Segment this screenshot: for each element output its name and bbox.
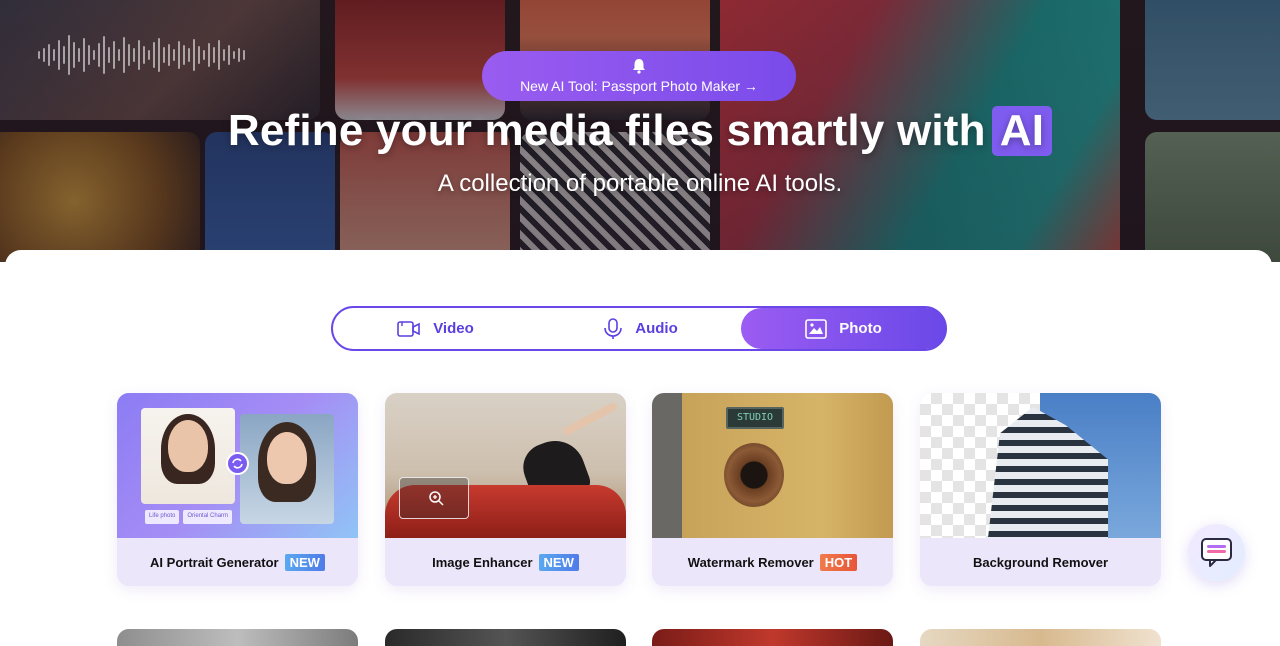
door-knob-graphic — [724, 443, 784, 507]
hero-banner: New AI Tool: Passport Photo Maker → Refi… — [0, 0, 1280, 262]
card-footer: Watermark Remover HOT — [652, 538, 893, 586]
tab-video-label: Video — [433, 320, 474, 337]
card-title: Background Remover — [972, 554, 1109, 570]
waveform-bar — [118, 49, 120, 61]
before-portrait-image — [141, 408, 235, 504]
waveform-bar — [218, 40, 220, 70]
hot-badge: HOT — [819, 553, 858, 571]
waveform-bar — [78, 48, 80, 62]
waveform-bar — [98, 43, 100, 67]
waveform-bar — [243, 50, 245, 60]
waveform-bar — [48, 44, 50, 66]
style-chip: Oriental Charm — [183, 510, 233, 524]
waveform-bar — [168, 44, 170, 66]
card-title: AI Portrait Generator — [150, 554, 279, 570]
waveform-bar — [83, 38, 85, 72]
announcement-pill[interactable]: New AI Tool: Passport Photo Maker → — [482, 51, 796, 101]
waveform-bar — [138, 40, 140, 70]
headline-ai-badge: AI — [991, 106, 1053, 156]
bell-icon — [633, 59, 645, 74]
card-footer: Background Remover — [920, 538, 1161, 586]
waveform-bar — [178, 41, 180, 69]
tab-audio[interactable]: Audio — [538, 308, 743, 349]
card-thumbnail: STUDIO — [652, 393, 893, 538]
tab-audio-label: Audio — [635, 320, 678, 337]
waveform-bar — [38, 51, 40, 59]
waveform-bar — [183, 45, 185, 65]
waveform-bar — [113, 41, 115, 69]
chat-support-button[interactable] — [1188, 524, 1245, 581]
waveform-bar — [58, 40, 60, 70]
card-thumbnail — [920, 393, 1161, 538]
new-badge: NEW — [538, 553, 579, 571]
tab-photo-label: Photo — [839, 320, 882, 337]
waveform-bar — [63, 46, 65, 64]
waveform-bar — [128, 44, 130, 66]
chat-icon — [1201, 538, 1232, 567]
waveform-bar — [53, 49, 55, 61]
tool-card-preview[interactable] — [117, 629, 358, 646]
announcement-text[interactable]: New AI Tool: Passport Photo Maker → — [482, 78, 796, 94]
zoom-in-icon — [429, 491, 444, 506]
tool-card-preview[interactable] — [385, 629, 626, 646]
page-headline: Refine your media files smartly with AI — [0, 106, 1280, 156]
tool-card-image-enhancer[interactable]: Image Enhancer NEW — [385, 393, 626, 586]
waveform-bar — [153, 42, 155, 68]
waveform-bar — [43, 48, 45, 62]
zoom-preview-box — [399, 477, 469, 519]
image-icon — [805, 318, 828, 339]
tool-card-preview[interactable] — [920, 629, 1161, 646]
photo-detail — [561, 401, 619, 437]
waveform-bar — [123, 37, 125, 73]
waveform-bar — [193, 39, 195, 71]
card-footer: AI Portrait Generator NEW — [117, 538, 358, 586]
tab-video[interactable]: Video — [333, 308, 538, 349]
card-title: Image Enhancer — [432, 554, 533, 570]
card-thumbnail: Life photo Oriental Charm — [117, 393, 358, 538]
waveform-bar — [148, 50, 150, 60]
tab-photo[interactable]: Photo — [741, 308, 946, 349]
waveform-bar — [198, 46, 200, 64]
card-title: Watermark Remover — [687, 554, 814, 570]
tool-card-ai-portrait-generator[interactable]: Life photo Oriental Charm AI Portrait Ge… — [117, 393, 358, 586]
waveform-bar — [208, 43, 210, 67]
waveform-bar — [133, 48, 135, 62]
audio-waveform-graphic — [38, 32, 268, 78]
microphone-icon — [604, 317, 623, 339]
waveform-bar — [143, 46, 145, 64]
swap-icon — [226, 452, 249, 475]
waveform-bar — [68, 35, 70, 75]
media-type-tabs: Video Audio Photo — [331, 306, 947, 351]
tool-card-watermark-remover[interactable]: STUDIO Watermark Remover HOT — [652, 393, 893, 586]
after-portrait-image — [240, 414, 334, 524]
page-subheadline: A collection of portable online AI tools… — [437, 170, 843, 197]
video-icon — [397, 320, 421, 337]
waveform-bar — [163, 47, 165, 63]
headline-text: Refine your media files smartly with — [227, 106, 986, 155]
tool-card-background-remover[interactable]: Background Remover — [920, 393, 1161, 586]
waveform-bar — [233, 51, 235, 59]
waveform-bar — [108, 47, 110, 63]
tool-card-preview[interactable] — [652, 629, 893, 646]
waveform-bar — [158, 38, 160, 72]
card-footer: Image Enhancer NEW — [385, 538, 626, 586]
waveform-bar — [73, 42, 75, 68]
waveform-bar — [103, 36, 105, 74]
style-chips: Life photo Oriental Charm — [145, 510, 233, 524]
card-thumbnail — [385, 393, 626, 538]
waveform-bar — [228, 45, 230, 65]
waveform-bar — [188, 48, 190, 62]
waveform-bar — [213, 47, 215, 63]
waveform-bar — [88, 45, 90, 65]
waveform-bar — [203, 50, 205, 60]
waveform-bar — [238, 48, 240, 62]
style-chip: Life photo — [145, 510, 180, 524]
waveform-bar — [223, 49, 225, 61]
waveform-bar — [173, 49, 175, 61]
studio-sign: STUDIO — [726, 407, 784, 429]
waveform-bar — [93, 50, 95, 60]
new-badge: NEW — [284, 553, 325, 571]
